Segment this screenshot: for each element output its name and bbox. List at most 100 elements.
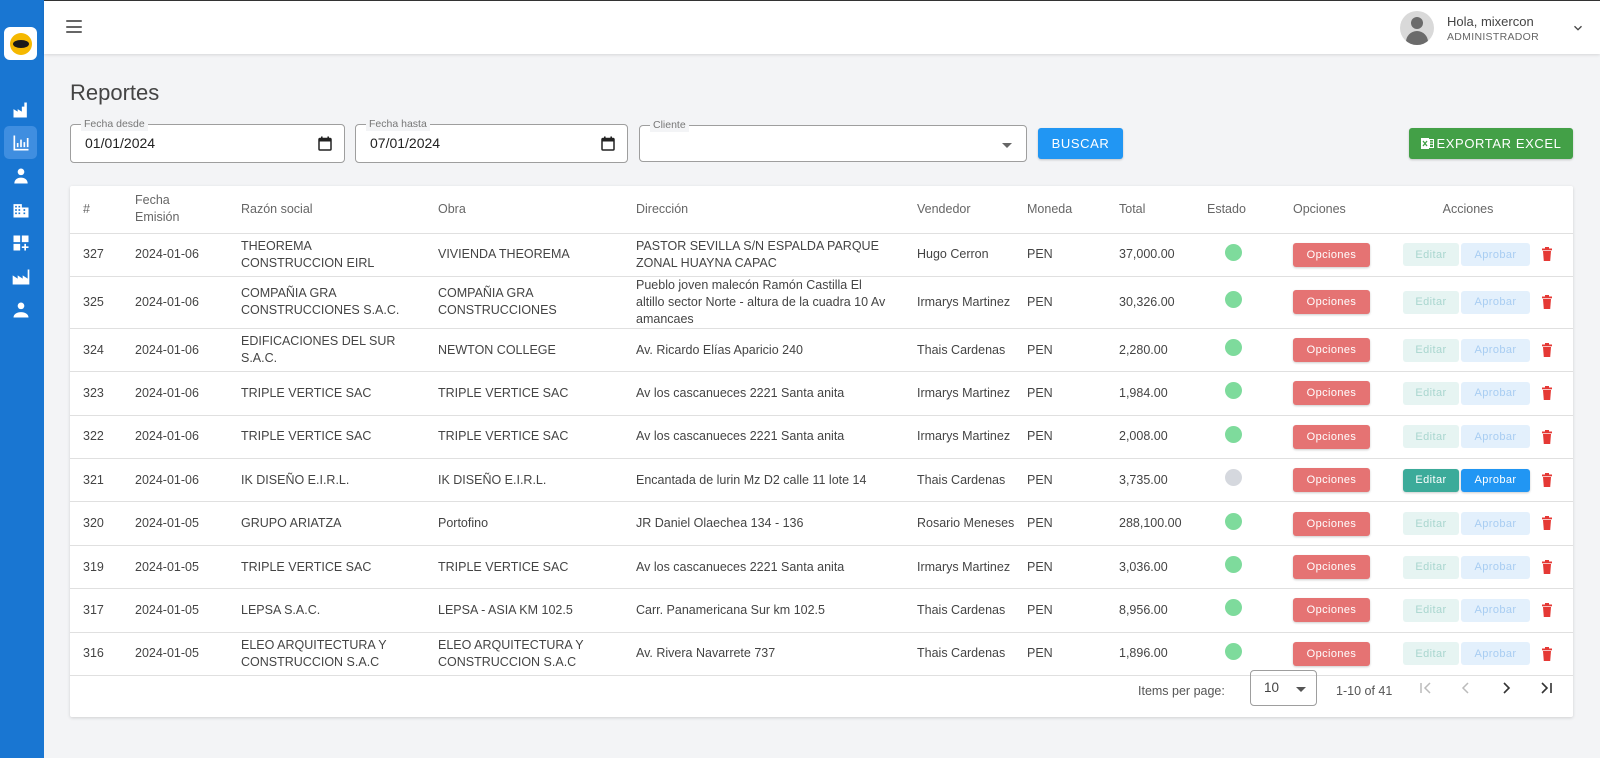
cell-fecha: 2024-01-06	[135, 247, 199, 262]
prev-page-icon[interactable]	[1454, 676, 1478, 700]
cell-razon-social: THEOREMA CONSTRUCCION EIRL	[241, 238, 375, 270]
cell-direccion: Av los cascanueces 2221 Santa anita	[636, 559, 845, 574]
trash-icon[interactable]	[1541, 646, 1553, 661]
opciones-button[interactable]: Opciones	[1293, 598, 1370, 623]
fecha-desde-value[interactable]: 01/01/2024	[85, 135, 155, 151]
cell-opciones: Opciones	[1293, 276, 1391, 328]
opciones-button[interactable]: Opciones	[1293, 242, 1370, 267]
cell-opciones: Opciones	[1293, 415, 1391, 458]
page-size-value: 10	[1264, 680, 1280, 695]
nav-users-icon[interactable]	[4, 293, 37, 326]
cell-obra: TRIPLE VERTICE SAC	[438, 559, 569, 574]
trash-icon[interactable]	[1541, 295, 1553, 310]
nav-plants-icon[interactable]	[4, 93, 37, 126]
trash-icon[interactable]	[1541, 386, 1553, 401]
aprobar-button[interactable]: Aprobar	[1461, 468, 1530, 492]
trash-icon[interactable]	[1541, 342, 1553, 357]
excel-icon	[1420, 138, 1434, 149]
page-size-select[interactable]: 10	[1250, 670, 1317, 706]
sidebar	[0, 0, 44, 758]
avatar[interactable]	[1400, 11, 1434, 45]
first-page-icon[interactable]	[1414, 676, 1438, 700]
nav-industry-icon[interactable]	[4, 260, 37, 293]
trash-icon[interactable]	[1541, 429, 1553, 444]
aprobar-button[interactable]: Aprobar	[1461, 642, 1530, 666]
menu-icon[interactable]	[66, 20, 82, 33]
fecha-hasta-field[interactable]: Fecha hasta 07/01/2024	[355, 117, 628, 163]
cell-acciones: Editar Aprobar	[1391, 328, 1573, 371]
cell-acciones: Editar Aprobar	[1391, 502, 1573, 545]
last-page-icon[interactable]	[1534, 676, 1558, 700]
trash-icon[interactable]	[1541, 559, 1553, 574]
cell-estado	[1207, 372, 1293, 415]
opciones-button[interactable]: Opciones	[1293, 468, 1370, 493]
exportar-excel-button[interactable]: EXPORTAR EXCEL	[1409, 128, 1573, 159]
editar-button[interactable]: Editar	[1403, 642, 1459, 666]
reports-table-card: # Fecha Emisión Razón social Obra Direcc…	[70, 186, 1573, 717]
buscar-button[interactable]: BUSCAR	[1038, 128, 1123, 159]
cell-fecha: 2024-01-05	[135, 602, 199, 617]
cell-opciones: Opciones	[1293, 502, 1391, 545]
cell-fecha: 2024-01-06	[135, 294, 199, 309]
aprobar-button[interactable]: Aprobar	[1461, 338, 1530, 362]
aprobar-button[interactable]: Aprobar	[1461, 598, 1530, 622]
cell-vendedor: Irmarys Martinez	[917, 559, 1011, 574]
nav-building-icon[interactable]	[4, 193, 37, 226]
opciones-button[interactable]: Opciones	[1293, 424, 1370, 449]
editar-button[interactable]: Editar	[1403, 555, 1459, 579]
trash-icon[interactable]	[1541, 603, 1553, 618]
aprobar-button[interactable]: Aprobar	[1461, 381, 1530, 405]
chevron-down-icon[interactable]	[1571, 21, 1585, 35]
table-row: 322 2024-01-06 TRIPLE VERTICE SAC TRIPLE VE…	[70, 415, 1573, 459]
aprobar-button[interactable]: Aprobar	[1461, 512, 1530, 536]
cell-estado	[1207, 233, 1293, 276]
cell-moneda: PEN	[1027, 559, 1053, 574]
trash-icon[interactable]	[1541, 247, 1553, 262]
trash-icon[interactable]	[1541, 516, 1553, 531]
aprobar-button[interactable]: Aprobar	[1461, 555, 1530, 579]
opciones-button[interactable]: Opciones	[1293, 555, 1370, 580]
calendar-icon[interactable]	[318, 136, 332, 151]
editar-button[interactable]: Editar	[1403, 468, 1459, 492]
trash-icon[interactable]	[1541, 472, 1553, 487]
cell-num: 324	[83, 342, 104, 357]
cell-total: 2,280.00	[1119, 342, 1168, 357]
fecha-desde-field[interactable]: Fecha desde 01/01/2024	[70, 117, 345, 163]
editar-button[interactable]: Editar	[1403, 243, 1459, 267]
editar-button[interactable]: Editar	[1403, 381, 1459, 405]
dropdown-arrow-icon[interactable]	[1002, 143, 1012, 148]
calendar-icon[interactable]	[601, 136, 615, 151]
cell-estado	[1207, 589, 1293, 632]
editar-button[interactable]: Editar	[1403, 338, 1459, 362]
items-per-page-label: Items per page:	[1138, 684, 1225, 698]
status-dot	[1225, 599, 1242, 617]
opciones-button[interactable]: Opciones	[1293, 511, 1370, 536]
cell-acciones: Editar Aprobar	[1391, 372, 1573, 415]
status-dot	[1225, 291, 1242, 309]
nav-reports-icon[interactable]	[4, 126, 37, 159]
editar-button[interactable]: Editar	[1403, 512, 1459, 536]
editar-button[interactable]: Editar	[1403, 290, 1459, 314]
cell-estado	[1207, 415, 1293, 458]
cell-vendedor: Irmarys Martinez	[917, 385, 1011, 400]
aprobar-button[interactable]: Aprobar	[1461, 425, 1530, 449]
status-dot	[1225, 512, 1242, 530]
nav-category-add-icon[interactable]	[4, 226, 37, 259]
cell-vendedor: Thais Cardenas	[917, 342, 1006, 357]
fecha-hasta-value[interactable]: 07/01/2024	[370, 135, 440, 151]
aprobar-button[interactable]: Aprobar	[1461, 290, 1530, 314]
next-page-icon[interactable]	[1494, 676, 1518, 700]
cell-vendedor: Irmarys Martinez	[917, 429, 1011, 444]
cell-fecha: 2024-01-06	[135, 472, 199, 487]
nav-user-icon[interactable]	[4, 159, 37, 192]
aprobar-button[interactable]: Aprobar	[1461, 243, 1530, 267]
opciones-button[interactable]: Opciones	[1293, 381, 1370, 406]
editar-button[interactable]: Editar	[1403, 598, 1459, 622]
app-logo[interactable]	[4, 27, 37, 60]
cell-acciones: Editar Aprobar	[1391, 233, 1573, 276]
opciones-button[interactable]: Opciones	[1293, 290, 1370, 315]
opciones-button[interactable]: Opciones	[1293, 641, 1370, 666]
editar-button[interactable]: Editar	[1403, 425, 1459, 449]
opciones-button[interactable]: Opciones	[1293, 338, 1370, 363]
cliente-select[interactable]: Cliente	[639, 118, 1027, 162]
